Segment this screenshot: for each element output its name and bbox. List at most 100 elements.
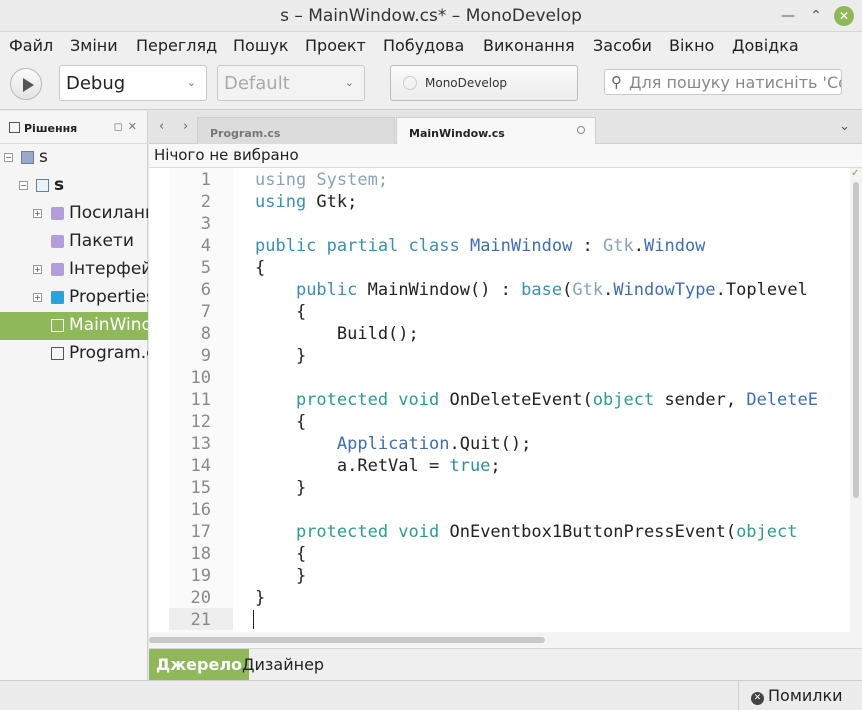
- code-line: 2 using Gtk;: [200, 192, 358, 212]
- chevron-right-icon[interactable]: ›: [183, 119, 188, 134]
- search-input[interactable]: ⚲ Для пошуку натисніть 'Control: [604, 69, 842, 95]
- modified-dot-icon[interactable]: [577, 126, 585, 134]
- menu-run[interactable]: Виконання: [483, 36, 575, 55]
- tree-item-mainwindow[interactable]: MainWindow.cs: [0, 312, 148, 340]
- vertical-scrollbar[interactable]: ✓: [850, 168, 862, 632]
- menu-edit[interactable]: Зміни: [70, 36, 118, 55]
- code-line: 3: [200, 214, 211, 234]
- tree-item-label: s: [54, 175, 65, 195]
- solution-pad-title: Рішення: [24, 122, 78, 135]
- solution-pad-icon: [9, 122, 20, 133]
- menu-bar: Файл Зміни Перегляд Пошук Проект Побудов…: [0, 32, 862, 60]
- code-line: 5{: [200, 258, 266, 278]
- status-area: MonoDevelop: [390, 65, 578, 101]
- status-bar: ✕ Помилки: [0, 680, 862, 710]
- file-icon: [51, 347, 64, 360]
- configuration-select[interactable]: Debug ⌄: [59, 65, 207, 101]
- code-line: 12 {: [190, 412, 307, 432]
- collapse-icon[interactable]: −: [4, 153, 13, 162]
- project-icon: [36, 179, 49, 192]
- code-line: 9 }: [200, 346, 307, 366]
- run-button[interactable]: [10, 68, 42, 100]
- tree-item-label: Program.cs: [69, 343, 148, 363]
- tree-item-project[interactable]: − s: [0, 172, 148, 200]
- toolbar: Debug ⌄ Default ⌄ MonoDevelop ⚲ Для пошу…: [0, 60, 862, 110]
- tab-designer[interactable]: Дизайнер: [235, 649, 331, 680]
- code-line: 13 Application.Quit();: [190, 434, 532, 454]
- tree-item-label: s: [39, 147, 48, 167]
- solution-pad-header: Рішення ◻✕: [0, 111, 148, 144]
- code-line: 8 Build();: [200, 324, 419, 344]
- code-line: 11 protected void OnDeleteEvent(object s…: [190, 390, 818, 410]
- chevron-down-icon: ⌄: [186, 76, 196, 89]
- expand-icon[interactable]: +: [33, 265, 42, 274]
- configuration-value: Debug: [66, 73, 126, 94]
- platform-select: Default ⌄: [217, 65, 365, 101]
- tab-label: MainWindow.cs: [409, 127, 505, 140]
- code-line: 18 {: [190, 544, 307, 564]
- scrollbar-thumb[interactable]: [853, 182, 859, 498]
- menu-view[interactable]: Перегляд: [136, 36, 217, 55]
- code-line: 10: [190, 368, 211, 388]
- expand-icon[interactable]: +: [33, 209, 42, 218]
- scrollbar-thumb[interactable]: [149, 637, 545, 643]
- expand-icon[interactable]: +: [33, 293, 42, 302]
- menu-search[interactable]: Пошук: [233, 36, 289, 55]
- code-line: 6 public MainWindow() : base(Gtk.WindowT…: [200, 280, 808, 300]
- packages-icon: [51, 235, 64, 248]
- platform-value: Default: [224, 73, 290, 94]
- path-bar-text: Нічого не вибрано: [154, 146, 299, 164]
- code-line: 4 public partial class MainWindow : Gtk.W…: [200, 236, 706, 256]
- tree-item-label: Properties: [69, 287, 148, 307]
- document-tabs: ‹ › Program.cs MainWindow.cs ⌄: [149, 111, 862, 144]
- horizontal-scrollbar[interactable]: [149, 632, 862, 648]
- menu-build[interactable]: Побудова: [383, 36, 464, 55]
- pad-controls[interactable]: ◻✕: [114, 120, 142, 133]
- monodevelop-icon: [403, 76, 417, 90]
- folder-icon: [51, 291, 64, 304]
- solution-pad: Рішення ◻✕ − s − s + Посилання Пакети + …: [0, 111, 148, 680]
- tab-label: Program.cs: [210, 127, 281, 140]
- tab-mainwindow[interactable]: MainWindow.cs: [396, 117, 596, 144]
- code-line: 19 }: [190, 566, 307, 586]
- tree-item-properties[interactable]: + Properties: [0, 284, 148, 312]
- menu-help[interactable]: Довідка: [732, 36, 799, 55]
- search-placeholder: Для пошуку натисніть 'Control: [629, 73, 841, 92]
- tree-item-packages[interactable]: Пакети: [0, 228, 148, 256]
- search-icon: ⚲: [611, 73, 622, 91]
- errors-label: Помилки: [768, 686, 843, 705]
- tree-item-program[interactable]: Program.cs: [0, 340, 148, 368]
- tree-item-references[interactable]: + Посилання: [0, 200, 148, 228]
- chevron-down-icon[interactable]: ⌄: [839, 119, 850, 134]
- tree-item-solution[interactable]: − s: [0, 144, 148, 172]
- errors-button[interactable]: ✕ Помилки: [738, 681, 862, 710]
- interface-icon: [51, 263, 64, 276]
- text-caret: [253, 610, 254, 629]
- code-line: 17 protected void OnEventbox1ButtonPress…: [190, 522, 798, 542]
- menu-project[interactable]: Проект: [305, 36, 366, 55]
- title-bar: s – MainWindow.cs* – MonoDevelop — ⌃ ✕: [0, 0, 862, 32]
- chevron-left-icon[interactable]: ‹: [159, 119, 164, 134]
- code-line: 1 using System;: [200, 170, 389, 190]
- code-line: 15 }: [190, 478, 307, 498]
- tree-item-label: Пакети: [69, 231, 134, 251]
- tree-item-interface[interactable]: + Інтерфейс: [0, 256, 148, 284]
- close-button[interactable]: ✕: [834, 6, 854, 26]
- tab-program[interactable]: Program.cs: [197, 117, 395, 144]
- chevron-down-icon: ⌄: [344, 76, 354, 89]
- maximize-button[interactable]: ⌃: [806, 6, 826, 26]
- path-bar[interactable]: Нічого не вибрано: [149, 144, 862, 168]
- code-editor[interactable]: 1 using System; 2 using Gtk; 3 4 public par…: [149, 168, 862, 632]
- status-text: MonoDevelop: [425, 76, 508, 90]
- code-line: 21: [190, 610, 211, 630]
- code-line: 20}: [190, 588, 266, 608]
- menu-file[interactable]: Файл: [9, 36, 53, 55]
- file-icon: [51, 319, 64, 332]
- menu-tools[interactable]: Засоби: [593, 36, 652, 55]
- collapse-icon[interactable]: −: [19, 181, 28, 190]
- menu-window[interactable]: Вікно: [669, 36, 714, 55]
- view-tabs: Джерело Дизайнер: [149, 648, 862, 680]
- minimize-button[interactable]: —: [778, 6, 798, 26]
- solution-icon: [21, 151, 34, 164]
- window-title: s – MainWindow.cs* – MonoDevelop: [280, 6, 582, 26]
